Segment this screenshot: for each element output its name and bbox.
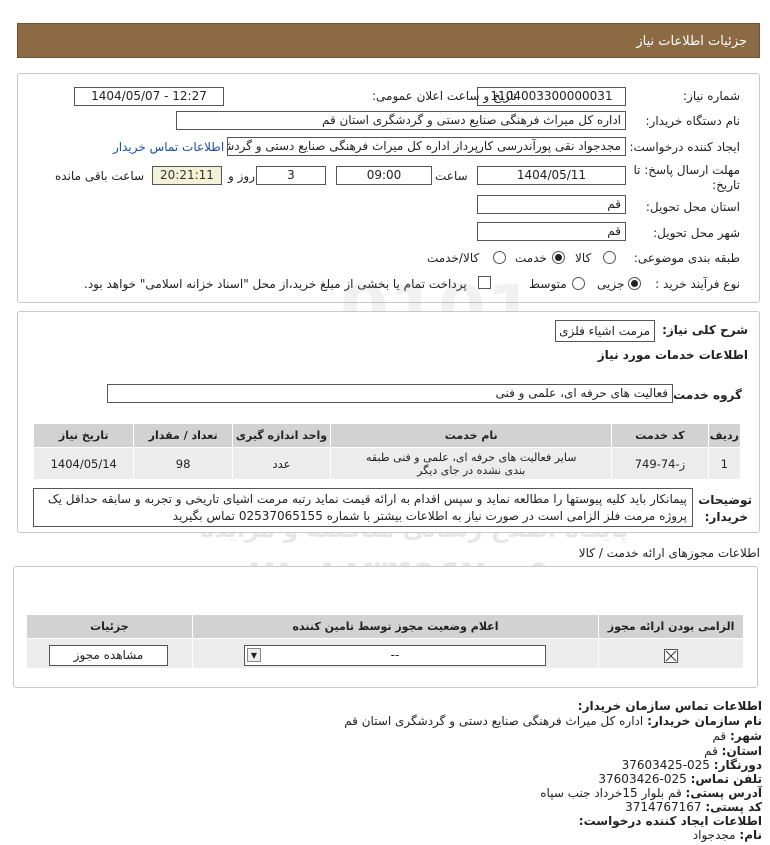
cell-unit: عدد (231, 447, 332, 480)
col-row: ردیف (707, 423, 742, 448)
cell-date: 1404/05/14 (32, 447, 135, 480)
days-remaining-field: 3 (256, 166, 326, 185)
col-permit-required: الزامی بودن ارائه مجوز (598, 614, 744, 639)
deadline-date-field: 1404/05/11 (477, 166, 626, 185)
treasury-checkbox[interactable] (478, 276, 491, 289)
col-code: کد خدمت (611, 423, 709, 448)
cell-name: سایر فعالیت های حرفه ای، علمی و فنی طبقه… (330, 447, 613, 480)
contact-province: استان: قم (704, 744, 762, 758)
announce-label: تاریخ و ساعت اعلان عمومی: (372, 89, 517, 103)
contact-org: نام سازمان خریدار: اداره کل میراث فرهنگی… (344, 714, 762, 728)
col-name: نام خدمت (330, 423, 613, 448)
chevron-down-icon: ▼ (247, 648, 261, 662)
process-option-minor: جزیی (597, 277, 625, 291)
category-label: طبقه بندی موضوعی: (633, 251, 740, 265)
contact-province-label: استان: (721, 744, 762, 758)
permits-section-title: اطلاعات مجوزهای ارائه خدمت / کالا (578, 546, 760, 560)
city-field: قم (477, 222, 626, 241)
services-title: اطلاعات خدمات مورد نیاز (597, 348, 748, 362)
province-label: استان محل تحویل: (645, 200, 740, 214)
service-group-label: گروه خدمت: (668, 388, 742, 402)
contact-address-label: آدرس پستی: (685, 786, 762, 800)
creator-title: اطلاعات ایجاد کننده درخواست: (578, 814, 762, 828)
permit-status-value: -- (390, 648, 400, 662)
days-label: روز و (228, 169, 255, 183)
category-radio-goods-service[interactable] (493, 251, 506, 264)
need-info-panel (17, 73, 760, 303)
page-header: جزئیات اطلاعات نیاز (17, 23, 760, 58)
announce-field: 1404/05/07 - 12:27 (74, 87, 224, 106)
contact-org-label: نام سازمان خریدار: (647, 714, 762, 728)
remaining-label: ساعت باقی مانده (55, 169, 145, 183)
contact-city-value: قم (712, 729, 727, 743)
buyer-notes-label-2: خریدار: (704, 510, 748, 524)
buyer-contact-link[interactable]: اطلاعات تماس خریدار (113, 140, 224, 154)
contact-city: شهر: قم (712, 729, 762, 743)
contact-city-label: شهر: (730, 729, 762, 743)
deadline-time-label: ساعت (435, 169, 468, 183)
contact-postal-value: 3714767167 (625, 800, 702, 814)
permit-required-checkbox (664, 649, 678, 663)
page-title: جزئیات اطلاعات نیاز (636, 34, 747, 49)
category-radio-goods[interactable] (603, 251, 616, 264)
deadline-label-date: تاریخ: (712, 178, 740, 192)
creator-name-value: مجدجواد (692, 828, 736, 842)
need-number-label: شماره نیاز: (683, 89, 740, 103)
process-option-medium: متوسط (529, 277, 567, 291)
contact-address-value: قم بلوار 15خرداد جنب سپاه (540, 786, 682, 800)
buyer-org-label: نام دستگاه خریدار: (645, 114, 741, 128)
cross-icon (665, 650, 677, 662)
contact-province-value: قم (704, 744, 718, 758)
contact-postal: کد پستی: 3714767167 (625, 800, 762, 814)
contact-phone: تلفن تماس: 025-37603426 (598, 772, 762, 786)
view-permit-button[interactable]: مشاهده مجوز (49, 645, 168, 666)
category-option-goods-service: کالا/خدمت (427, 251, 480, 265)
requester-field: مجدجواد نقی پورآندرسی کارپرداز اداره کل … (227, 137, 626, 156)
need-desc-field: مرمت اشیاء فلزی (555, 320, 655, 342)
contact-fax: دورنگار: 025-37603425 (622, 758, 762, 772)
deadline-label: مهلت ارسال پاسخ: تا (633, 163, 740, 177)
category-option-goods: کالا (575, 251, 592, 265)
cell-code: ز-74-749 (611, 447, 709, 480)
payment-note: پرداخت تمام یا بخشی از مبلغ خرید،از محل … (84, 277, 467, 291)
buyer-notes-label: توضیحات (698, 493, 752, 507)
cell-row: 1 (707, 447, 742, 480)
need-desc-label: شرح کلی نیاز: (662, 323, 748, 337)
process-radio-medium[interactable] (572, 277, 585, 290)
col-unit: واحد اندازه گیری (231, 423, 332, 448)
creator-name: نام: مجدجواد (693, 828, 762, 842)
permit-status-select[interactable]: -- ▼ (244, 645, 546, 666)
col-qty: تعداد / مقدار (133, 423, 233, 448)
contact-address: آدرس پستی: قم بلوار 15خرداد جنب سپاه (540, 786, 762, 800)
category-option-service: خدمت (515, 251, 547, 265)
table-row: 1 ز-74-749 سایر فعالیت های حرفه ای، علمی… (32, 447, 742, 480)
category-radio-service[interactable] (552, 251, 565, 264)
col-permit-details: جزئیات (26, 614, 193, 639)
contact-org-value: اداره کل میراث فرهنگی صنایع دستی و گردشگ… (344, 714, 644, 728)
city-label: شهر محل تحویل: (653, 226, 740, 240)
province-field: قم (477, 195, 626, 214)
contact-postal-label: کد پستی: (705, 800, 762, 814)
process-label: نوع فرآیند خرید : (655, 277, 740, 291)
col-permit-status: اعلام وضعیت مجوز توسط تامین کننده (191, 614, 600, 639)
deadline-time-field: 09:00 (336, 166, 432, 185)
remaining-time-field: 20:21:11 (152, 166, 222, 185)
cell-qty: 98 (133, 447, 233, 480)
contact-fax-value: 025-37603425 (621, 758, 710, 772)
contact-phone-value: 025-37603426 (598, 772, 687, 786)
creator-name-label: نام: (739, 828, 762, 842)
service-group-field: فعالیت های حرفه ای، علمی و فنی (107, 384, 673, 403)
col-date: تاریخ نیاز (32, 423, 135, 448)
process-radio-minor[interactable] (628, 277, 641, 290)
contact-phone-label: تلفن تماس: (690, 772, 762, 786)
contact-title: اطلاعات تماس سازمان خریدار: (577, 699, 762, 713)
contact-fax-label: دورنگار: (713, 758, 762, 772)
buyer-notes-field: پیمانکار باید کلیه پیوستها را مطالعه نما… (33, 488, 693, 527)
requester-label: ایجاد کننده درخواست: (629, 140, 740, 154)
buyer-org-field: اداره کل میراث فرهنگی صنایع دستی و گردشگ… (176, 111, 626, 130)
services-table: ردیف کد خدمت نام خدمت واحد اندازه گیری ت… (32, 423, 742, 480)
